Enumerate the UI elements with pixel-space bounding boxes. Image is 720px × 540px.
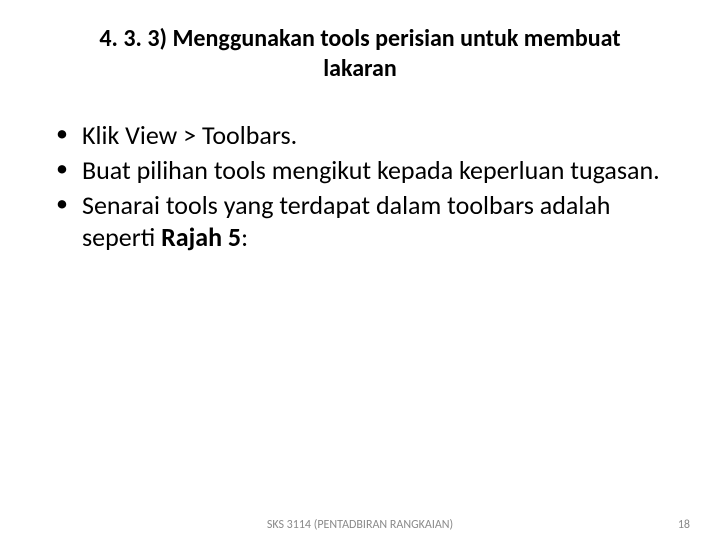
- list-item: Buat pilihan tools mengikut kepada keper…: [52, 155, 668, 186]
- footer-page-number: 18: [678, 518, 690, 532]
- slide-title: 4. 3. 3) Menggunakan tools perisian untu…: [0, 0, 720, 84]
- bullet-text-post: :: [241, 221, 248, 253]
- slide-title-line1: 4. 3. 3) Menggunakan tools perisian untu…: [80, 24, 640, 54]
- footer-center-text: SKS 3114 (PENTADBIRAN RANGKAIAN): [0, 518, 720, 532]
- list-item: Klik View > Toolbars.: [52, 120, 668, 151]
- slide-title-line2: lakaran: [80, 54, 640, 84]
- bullet-text-bold: Rajah 5: [161, 221, 241, 253]
- bullet-text: Klik View > Toolbars.: [82, 119, 297, 151]
- bullet-text: Buat pilihan tools mengikut kepada keper…: [82, 154, 660, 186]
- slide-body: Klik View > Toolbars. Buat pilihan tools…: [0, 84, 720, 253]
- bullet-list: Klik View > Toolbars. Buat pilihan tools…: [52, 120, 668, 253]
- list-item: Senarai tools yang terdapat dalam toolba…: [52, 190, 668, 252]
